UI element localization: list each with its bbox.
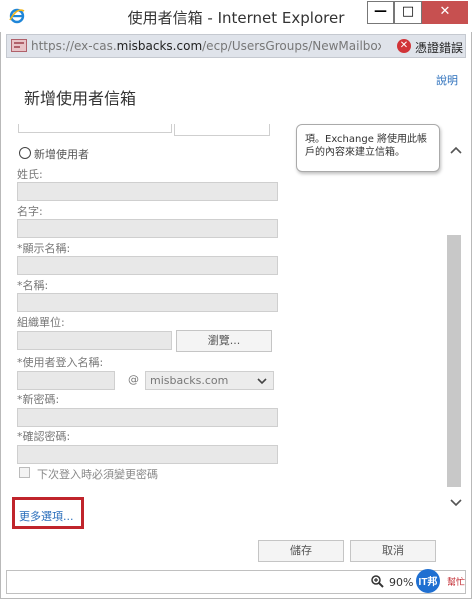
ou-label: 組織單位:	[17, 316, 65, 329]
browse-button[interactable]: 瀏覽...	[176, 330, 272, 352]
change-password-checkbox[interactable]	[19, 467, 30, 478]
logon-name-label: *使用者登入名稱:	[17, 356, 104, 369]
address-bar[interactable]: https://ex-cas.misbacks.com/ecp/UsersGro…	[6, 34, 466, 58]
previous-field[interactable]	[18, 124, 172, 133]
domain-select-value: misbacks.com	[150, 374, 229, 387]
scroll-down-icon[interactable]	[449, 496, 463, 510]
confirm-password-input[interactable]	[17, 445, 278, 464]
display-name-label: *顯示名稱:	[17, 242, 71, 255]
first-name-input[interactable]	[17, 219, 278, 238]
minimize-button[interactable]: —	[367, 1, 394, 24]
new-user-radio[interactable]	[19, 147, 31, 159]
url-prefix: https://ex-cas.	[31, 39, 117, 53]
page-icon	[11, 39, 27, 52]
close-button[interactable]: ✕	[422, 1, 468, 24]
url-suffix: /ecp/UsersGroups/NewMailboxOr	[202, 39, 381, 53]
page-title: 新增使用者信箱	[24, 89, 137, 108]
itbang-logo: IT邦 幫忙	[416, 569, 465, 593]
confirm-password-label: *確認密碼:	[17, 430, 71, 443]
svg-text:幫忙: 幫忙	[447, 576, 465, 588]
maximize-button[interactable]: □	[394, 1, 422, 24]
more-options-link[interactable]: 更多選項...	[19, 510, 74, 523]
at-sign: @	[128, 373, 139, 386]
tooltip-text: 項。Exchange 將使用此帳戶的內容來建立信箱。	[305, 134, 428, 158]
cancel-button[interactable]: 取消	[350, 540, 436, 562]
last-name-label: 姓氏:	[17, 168, 43, 181]
first-name-label: 名字:	[17, 205, 43, 218]
status-bar: 90%	[6, 570, 466, 594]
svg-text:IT邦: IT邦	[419, 575, 438, 588]
ou-input[interactable]	[17, 331, 172, 350]
previous-button[interactable]	[174, 124, 270, 136]
new-password-input[interactable]	[17, 408, 278, 427]
name-label: *名稱:	[17, 279, 49, 292]
help-link[interactable]: 說明	[436, 72, 458, 88]
name-input[interactable]	[17, 293, 278, 312]
certificate-error-icon[interactable]: ✕	[397, 39, 411, 53]
new-password-label: *新密碼:	[17, 393, 60, 406]
zoom-icon[interactable]	[371, 575, 384, 591]
chevron-down-icon	[257, 373, 267, 390]
scrollbar-thumb[interactable]	[447, 235, 461, 487]
change-password-label: 下次登入時必須變更密碼	[37, 468, 158, 481]
display-name-input[interactable]	[17, 256, 278, 275]
scroll-up-icon[interactable]	[449, 144, 463, 158]
new-user-label: 新增使用者	[34, 148, 89, 161]
logon-name-input[interactable]	[17, 371, 115, 390]
last-name-input[interactable]	[17, 182, 278, 201]
title-bar: 使用者信箱 - Internet Explorer — □ ✕	[0, 0, 472, 32]
certificate-error-label[interactable]: 憑證錯誤	[415, 39, 463, 56]
domain-select[interactable]: misbacks.com	[145, 371, 274, 390]
url-domain: misbacks.com	[116, 39, 203, 53]
more-options-highlight: 更多選項...	[12, 497, 84, 529]
tooltip: 項。Exchange 將使用此帳戶的內容來建立信箱。	[296, 124, 440, 172]
save-button[interactable]: 儲存	[258, 540, 344, 562]
address-url[interactable]: https://ex-cas.misbacks.com/ecp/UsersGro…	[31, 39, 381, 53]
